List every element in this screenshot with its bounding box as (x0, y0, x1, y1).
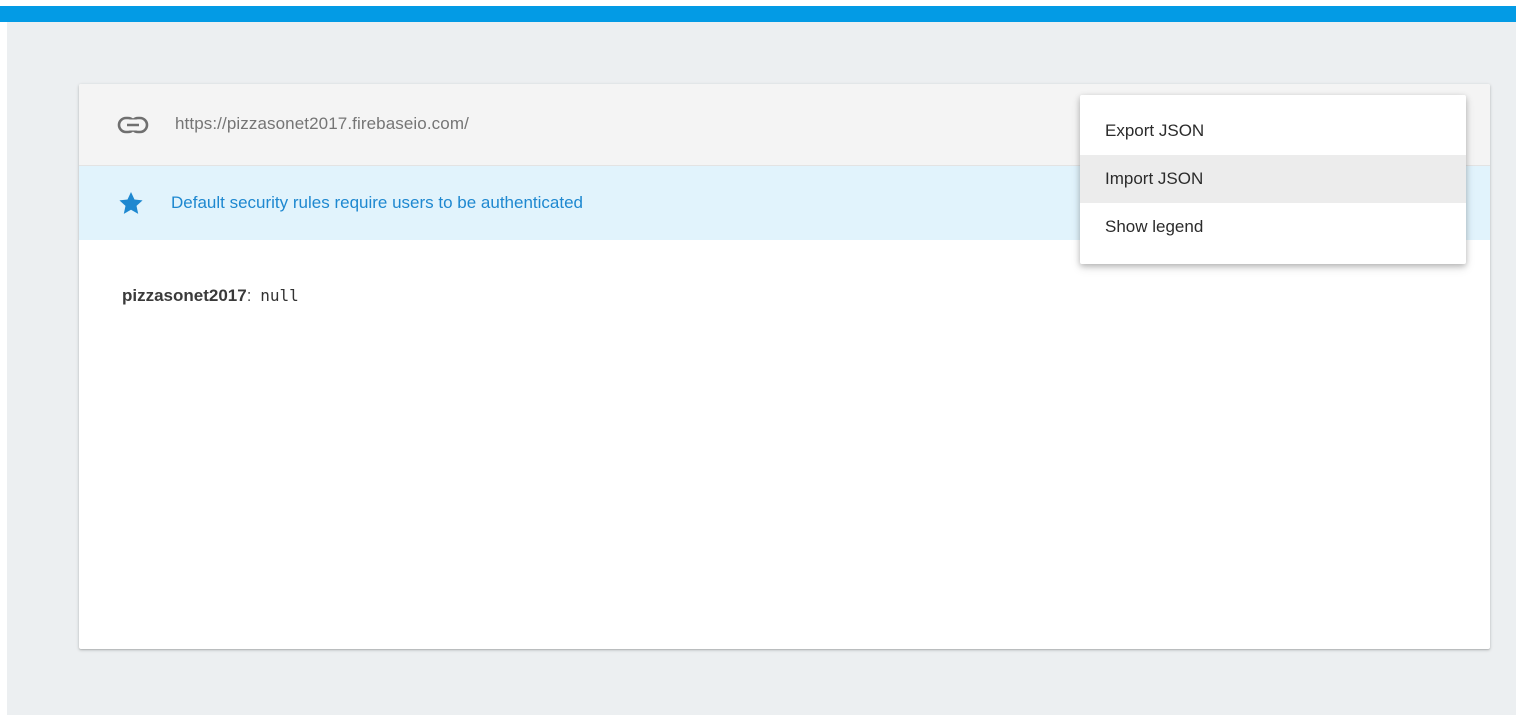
menu-item-import-json[interactable]: Import JSON (1080, 155, 1466, 203)
root-node-value[interactable]: null (260, 286, 299, 305)
database-url[interactable]: https://pizzasonet2017.firebaseio.com/ (175, 114, 469, 134)
star-icon (117, 190, 145, 217)
data-tree-root[interactable]: pizzasonet2017: null (122, 286, 299, 306)
menu-item-show-legend[interactable]: Show legend (1080, 203, 1466, 251)
root-node-key[interactable]: pizzasonet2017 (122, 286, 247, 305)
overflow-menu: Export JSON Import JSON Show legend (1080, 95, 1466, 264)
key-value-separator: : (246, 286, 252, 305)
link-icon (117, 115, 151, 135)
banner-message[interactable]: Default security rules require users to … (171, 193, 583, 213)
menu-item-export-json[interactable]: Export JSON (1080, 107, 1466, 155)
top-edge (0, 0, 1516, 6)
